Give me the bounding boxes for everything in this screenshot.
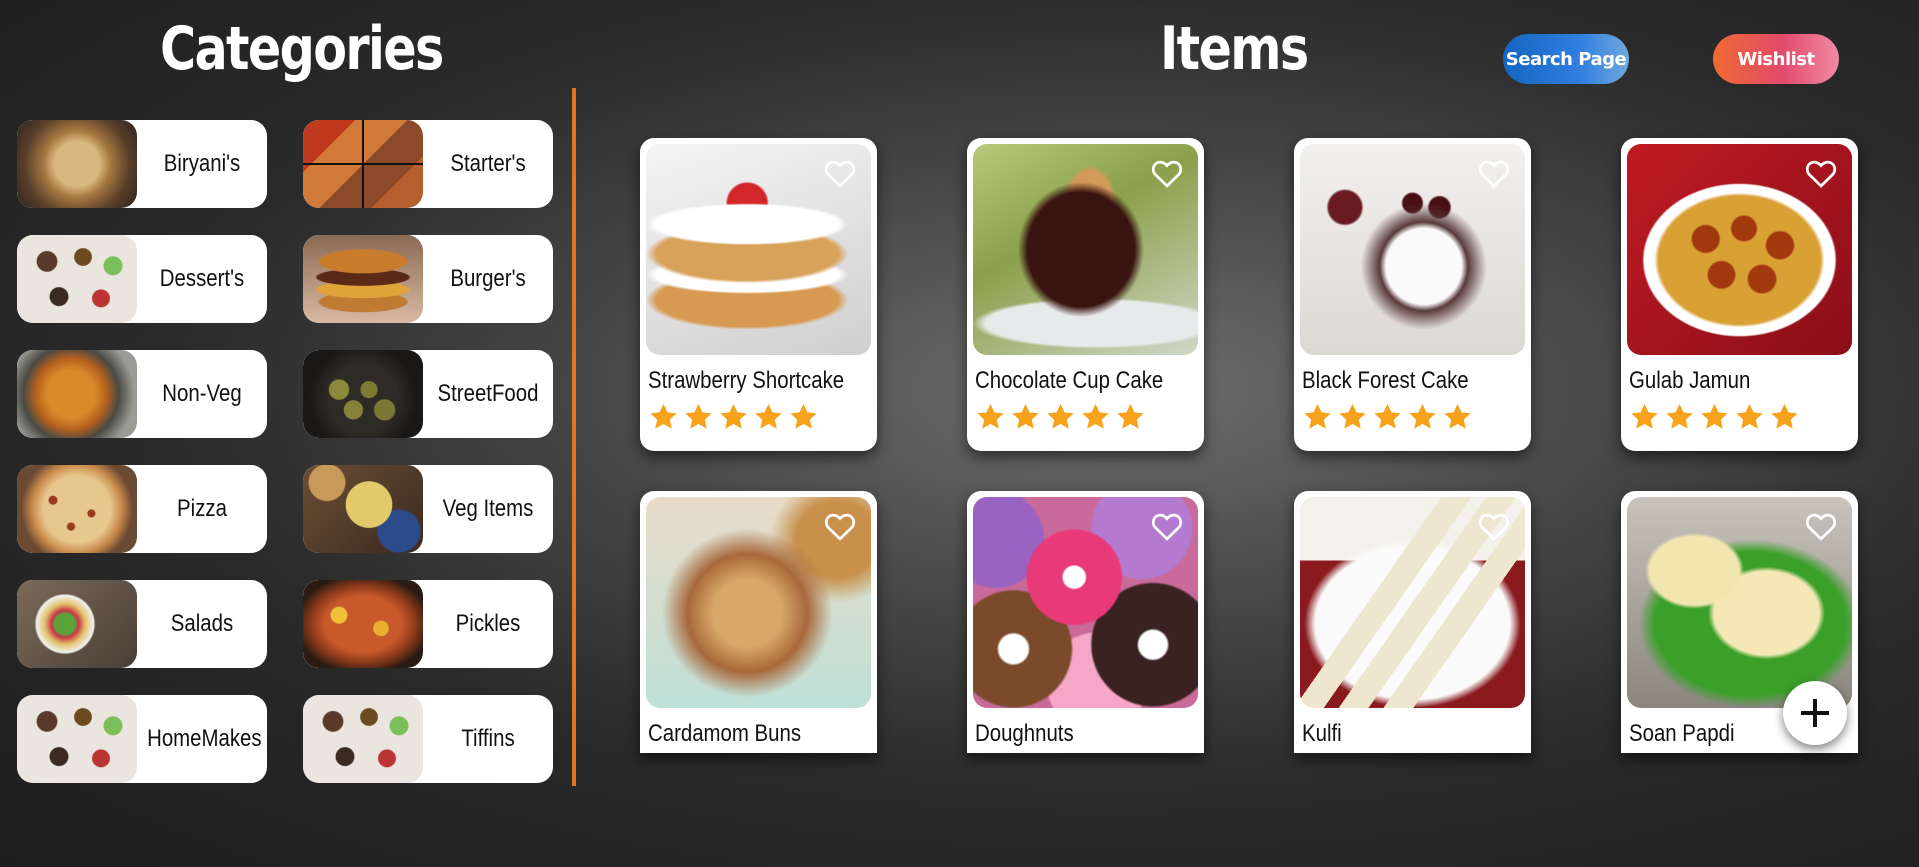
star-icon	[1304, 403, 1331, 429]
item-card-cardamom-buns[interactable]: Cardamom Buns	[640, 491, 877, 753]
category-label: HomeMakes	[147, 725, 262, 752]
heart-icon[interactable]	[1804, 511, 1838, 541]
search-page-button[interactable]: Search Page	[1503, 34, 1629, 84]
heart-icon[interactable]	[1477, 511, 1511, 541]
category-label: Veg Items	[442, 495, 534, 522]
star-icon	[977, 403, 1004, 429]
heart-icon[interactable]	[1804, 158, 1838, 188]
category-card-pizza[interactable]: Pizza	[17, 465, 267, 553]
soan-papdi-image	[1627, 497, 1852, 708]
category-label: Dessert's	[159, 265, 245, 292]
strawberry-shortcake-image	[646, 144, 871, 355]
star-icon	[1339, 403, 1366, 429]
homemakes-image	[17, 695, 137, 783]
heart-icon[interactable]	[1150, 158, 1184, 188]
star-icon	[755, 403, 782, 429]
category-label: Tiffins	[461, 725, 515, 752]
street-food-image	[303, 350, 423, 438]
starters-image	[303, 120, 423, 208]
heart-icon[interactable]	[823, 511, 857, 541]
items-grid: Strawberry Shortcake Chocolate Cup Cake …	[640, 138, 1858, 753]
category-label: StreetFood	[437, 380, 539, 407]
star-icon	[1117, 403, 1144, 429]
item-name: Kulfi	[1302, 720, 1342, 747]
category-card-veg-items[interactable]: Veg Items	[303, 465, 553, 553]
heart-icon[interactable]	[823, 158, 857, 188]
category-card-burgers[interactable]: Burger's	[303, 235, 553, 323]
rating-stars	[1629, 401, 1852, 432]
kulfi-image	[1300, 497, 1525, 708]
item-card-gulab-jamun[interactable]: Gulab Jamun	[1621, 138, 1858, 451]
item-card-strawberry-shortcake[interactable]: Strawberry Shortcake	[640, 138, 877, 451]
category-card-biryani[interactable]: Biryani's	[17, 120, 267, 208]
category-label: Pickles	[455, 610, 521, 637]
rating-stars	[1302, 401, 1525, 432]
pizza-image	[17, 465, 137, 553]
category-card-streetfood[interactable]: StreetFood	[303, 350, 553, 438]
star-icon	[1444, 403, 1471, 429]
star-icon	[1631, 403, 1658, 429]
star-icon	[650, 403, 677, 429]
category-label: Burger's	[450, 265, 526, 292]
category-card-desserts[interactable]: Dessert's	[17, 235, 267, 323]
wishlist-button[interactable]: Wishlist	[1713, 34, 1839, 84]
rating-stars	[975, 401, 1198, 432]
item-name: Strawberry Shortcake	[648, 367, 845, 394]
star-icon	[685, 403, 712, 429]
category-label: Non-Veg	[162, 380, 242, 407]
star-icon	[1736, 403, 1763, 429]
salads-image	[17, 580, 137, 668]
item-name: Cardamom Buns	[648, 720, 802, 747]
category-card-salads[interactable]: Salads	[17, 580, 267, 668]
cardamom-buns-image	[646, 497, 871, 708]
black-forest-cake-image	[1300, 144, 1525, 355]
item-name: Gulab Jamun	[1629, 367, 1751, 394]
burger-image	[303, 235, 423, 323]
star-icon	[1012, 403, 1039, 429]
doughnuts-image	[973, 497, 1198, 708]
category-label: Salads	[170, 610, 234, 637]
category-card-non-veg[interactable]: Non-Veg	[17, 350, 267, 438]
item-name: Chocolate Cup Cake	[975, 367, 1164, 394]
item-card-black-forest-cake[interactable]: Black Forest Cake	[1294, 138, 1531, 451]
category-label: Starter's	[450, 150, 526, 177]
item-card-chocolate-cup-cake[interactable]: Chocolate Cup Cake	[967, 138, 1204, 451]
veg-items-image	[303, 465, 423, 553]
star-icon	[1374, 403, 1401, 429]
category-label: Pizza	[177, 495, 227, 522]
star-icon	[790, 403, 817, 429]
tiffins-image	[303, 695, 423, 783]
star-icon	[1701, 403, 1728, 429]
star-icon	[1047, 403, 1074, 429]
non-veg-image	[17, 350, 137, 438]
category-label: Biryani's	[163, 150, 241, 177]
star-icon	[720, 403, 747, 429]
chocolate-cup-cake-image	[973, 144, 1198, 355]
add-button[interactable]	[1783, 681, 1847, 745]
pickles-image	[303, 580, 423, 668]
item-name: Doughnuts	[975, 720, 1074, 747]
item-card-kulfi[interactable]: Kulfi	[1294, 491, 1531, 753]
biryani-image	[17, 120, 137, 208]
heart-icon[interactable]	[1477, 158, 1511, 188]
item-name: Black Forest Cake	[1302, 367, 1469, 394]
item-card-doughnuts[interactable]: Doughnuts	[967, 491, 1204, 753]
gulab-jamun-image	[1627, 144, 1852, 355]
star-icon	[1082, 403, 1109, 429]
rating-stars	[648, 401, 871, 432]
star-icon	[1409, 403, 1436, 429]
star-icon	[1666, 403, 1693, 429]
section-divider	[572, 88, 576, 786]
star-icon	[1771, 403, 1798, 429]
categories-heading: Categories	[160, 14, 444, 84]
category-card-homemakes[interactable]: HomeMakes	[17, 695, 267, 783]
category-card-starters[interactable]: Starter's	[303, 120, 553, 208]
items-heading: Items	[1160, 14, 1309, 84]
desserts-image	[17, 235, 137, 323]
category-card-pickles[interactable]: Pickles	[303, 580, 553, 668]
category-grid: Biryani's Starter's Dessert's Burger's N…	[17, 120, 553, 783]
plus-icon	[1801, 699, 1829, 727]
heart-icon[interactable]	[1150, 511, 1184, 541]
category-card-tiffins[interactable]: Tiffins	[303, 695, 553, 783]
